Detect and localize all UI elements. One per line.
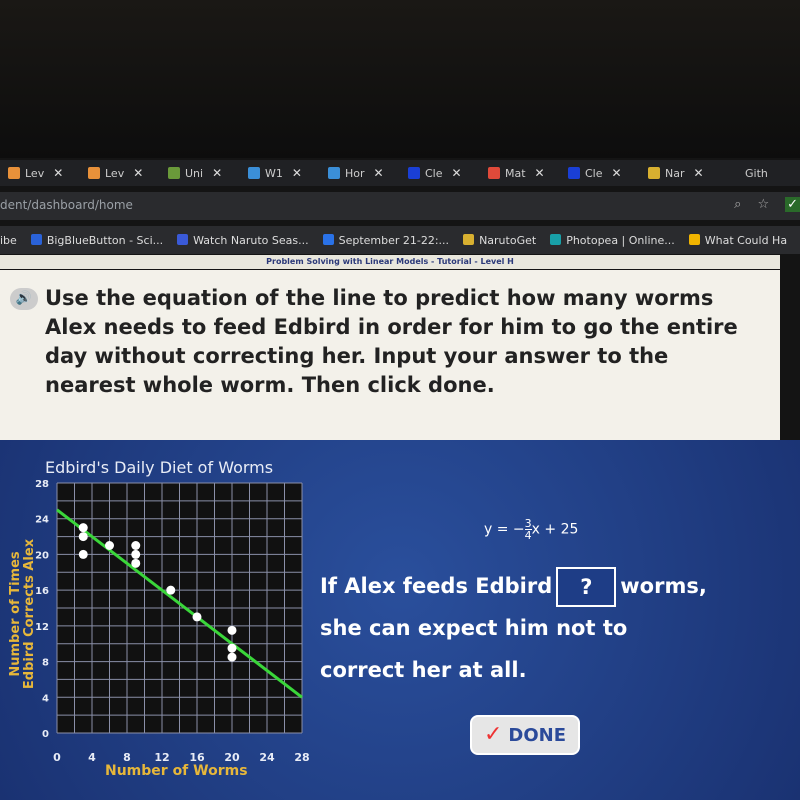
close-icon[interactable]: ✕ (212, 166, 222, 180)
bookmark-favicon (463, 233, 475, 245)
data-point (131, 558, 141, 568)
tab-favicon (248, 167, 260, 179)
browser-tab[interactable]: Hor ✕ (320, 166, 400, 180)
browser-tab[interactable]: W1 ✕ (240, 166, 320, 180)
bookmark[interactable]: ibe (0, 234, 17, 247)
answer-input[interactable]: ? (556, 567, 617, 607)
close-icon[interactable]: ✕ (694, 166, 704, 180)
y-tick-label: 28 (35, 479, 49, 490)
y-tick-label: 20 (35, 550, 49, 561)
bookmark[interactable]: Photopea | Online... (550, 233, 675, 247)
x-tick-label: 12 (154, 751, 169, 764)
bookmark[interactable]: Watch Naruto Seas... (177, 233, 309, 247)
bookmarks-bar: ibe BigBlueButton - Sci... Watch Naruto Se… (0, 226, 800, 254)
data-point (78, 549, 88, 559)
bookmark[interactable]: BigBlueButton - Sci... (30, 233, 163, 247)
scatter-chart: 0 4 8 12 16 20 24 28 0 4 8 12 16 20 24 28 (35, 479, 310, 764)
browser-tab[interactable]: Mat ✕ (480, 166, 560, 180)
y-tick-label: 8 (42, 658, 49, 669)
x-tick-label: 4 (88, 751, 96, 764)
tab-favicon (728, 167, 740, 179)
lesson-header: Problem Solving with Linear Models - Tut… (0, 255, 780, 269)
done-button[interactable]: ✓ DONE (470, 715, 580, 755)
tab-favicon (488, 167, 500, 179)
extension-icon[interactable]: ✓ (785, 197, 800, 212)
close-icon[interactable]: ✕ (535, 166, 545, 180)
close-icon[interactable]: ✕ (292, 166, 302, 180)
bookmark-favicon (177, 233, 189, 245)
y-tick-label: 4 (42, 693, 49, 704)
bookmark-favicon (322, 233, 334, 245)
data-point (192, 612, 202, 622)
browser-tab[interactable]: Cle ✕ (560, 166, 640, 180)
tab-favicon (168, 167, 180, 179)
tab-favicon (408, 167, 420, 179)
data-point (166, 585, 176, 595)
y-tick-label: 12 (35, 622, 49, 633)
close-icon[interactable]: ✕ (374, 166, 384, 180)
browser-tab[interactable]: Uni ✕ (160, 166, 240, 180)
close-icon[interactable]: ✕ (612, 166, 622, 180)
zoom-icon[interactable]: ⌕ (734, 197, 741, 212)
browser-tab[interactable]: Lev ✕ (80, 166, 160, 180)
browser-tab[interactable]: Lev ✕ (0, 166, 80, 180)
bookmark[interactable]: September 21-22:... (322, 233, 449, 247)
browser-tab[interactable]: Nar ✕ (640, 166, 720, 180)
line-equation: y = −3 4x + 25 (484, 517, 579, 542)
close-icon[interactable]: ✕ (452, 166, 462, 180)
browser-tab[interactable]: Cle ✕ (400, 166, 480, 180)
tab-favicon (648, 167, 660, 179)
data-point (227, 652, 237, 662)
check-icon: ✓ (483, 722, 503, 747)
x-tick-label: 8 (123, 751, 131, 764)
data-point (78, 532, 88, 542)
star-icon[interactable]: ☆ (757, 197, 769, 212)
tab-favicon (568, 167, 580, 179)
fraction: 34 (524, 517, 532, 542)
y-tick-label: 24 (35, 515, 49, 526)
tab-favicon (8, 167, 20, 179)
close-icon[interactable]: ✕ (53, 166, 63, 180)
y-tick-label: 0 (42, 729, 49, 740)
bookmark[interactable]: What Could Ha (688, 233, 787, 247)
x-tick-label: 28 (294, 751, 309, 764)
address-bar[interactable]: dent/dashboard/home ⌕ ☆ ✓ (0, 192, 800, 220)
bookmark-favicon (30, 233, 42, 245)
data-point (227, 625, 237, 635)
question-text: Use the equation of the line to predict … (45, 286, 738, 397)
tab-bar: Lev ✕ Lev ✕ Uni ✕ W1 ✕ Hor ✕ Cle ✕ Mat ✕ Cle ✕ Nar ✕ Gith (0, 160, 800, 186)
tab-favicon (328, 167, 340, 179)
tab-favicon (88, 167, 100, 179)
question-panel: 🔊 Use the equation of the line to predic… (0, 270, 780, 440)
x-tick-label: 0 (53, 751, 61, 764)
x-tick-label: 24 (259, 751, 275, 764)
data-point (105, 541, 114, 550)
bookmark-favicon (688, 233, 700, 245)
data-point (227, 643, 237, 653)
data-point (131, 541, 141, 550)
x-tick-label: 16 (189, 751, 205, 764)
y-tick-label: 16 (35, 586, 49, 597)
background (0, 0, 800, 158)
url-text: dent/dashboard/home (0, 198, 133, 212)
answer-statement: If Alex feeds Edbird? worms, she can expe… (320, 565, 800, 691)
bookmark-favicon (550, 233, 562, 245)
browser-tab[interactable]: Gith (720, 167, 800, 180)
speaker-icon[interactable]: 🔊 (10, 288, 38, 310)
close-icon[interactable]: ✕ (133, 166, 143, 180)
data-point (131, 549, 141, 559)
bookmark[interactable]: NarutoGet (463, 233, 536, 247)
data-point (78, 523, 88, 533)
x-tick-label: 20 (224, 751, 240, 764)
